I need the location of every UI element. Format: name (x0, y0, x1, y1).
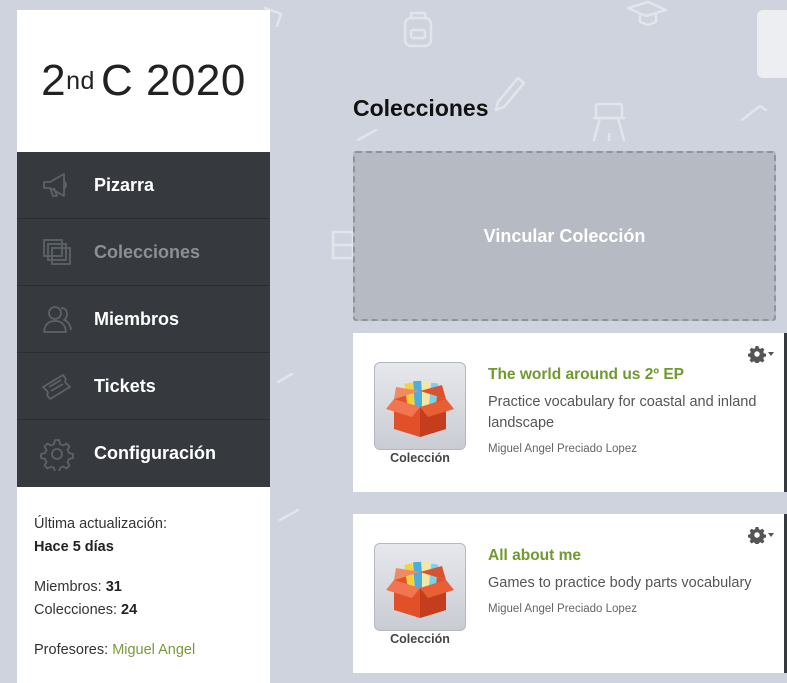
nav-item-miembros[interactable]: Miembros (17, 286, 270, 353)
nav-item-configuracion[interactable]: Configuración (17, 420, 270, 487)
members-icon (17, 302, 94, 336)
class-title-superscript: nd (66, 66, 95, 95)
box-icon (386, 561, 454, 618)
collections-count: Colecciones: 24 (34, 599, 253, 622)
collection-card[interactable]: Colección All about me Games to practice… (353, 514, 787, 673)
teacher-link[interactable]: Miguel Angel (112, 642, 195, 658)
last-update-value: Hace 5 días (34, 539, 114, 555)
thumbnail-label: Colección (390, 632, 450, 646)
class-title: 2nd C 2020 (17, 10, 270, 152)
page-title: Colecciones (353, 95, 489, 121)
sidebar-nav: Pizarra Colecciones Miembros Tickets Con… (17, 152, 270, 487)
nav-label-colecciones: Colecciones (94, 241, 201, 262)
gear-icon (748, 346, 766, 363)
nav-label-tickets: Tickets (94, 375, 156, 396)
card-description: Games to practice body parts vocabulary (488, 575, 752, 591)
members-label: Miembros: (34, 579, 102, 595)
card-title[interactable]: All about me (488, 547, 770, 565)
nav-label-pizarra: Pizarra (94, 174, 155, 195)
sidebar: 2nd C 2020 Pizarra Colecciones Miembros … (17, 10, 270, 683)
megaphone-icon (17, 168, 94, 202)
chevron-down-icon (768, 533, 774, 537)
collection-card[interactable]: Colección The world around us 2º EP Prac… (353, 333, 787, 492)
class-title-number: 2 (41, 56, 67, 105)
teachers: Profesores: Miguel Angel (34, 639, 253, 662)
card-author: Miguel Angel Preciado Lopez (488, 603, 637, 615)
teachers-label: Profesores: (34, 642, 109, 658)
nav-label-miembros: Miembros (94, 308, 180, 329)
link-collection-button[interactable]: Vincular Colección (353, 151, 776, 321)
thumbnail-label: Colección (390, 451, 450, 465)
ticket-icon (17, 369, 94, 403)
class-info: Última actualización: Hace 5 días Miembr… (17, 487, 270, 662)
card-settings-button[interactable] (748, 526, 774, 544)
members-count: Miembros: 31 (34, 576, 253, 599)
card-author: Miguel Angel Preciado Lopez (488, 443, 637, 455)
class-title-rest: C 2020 (100, 56, 246, 105)
nav-item-colecciones[interactable]: Colecciones (17, 219, 270, 286)
members-value: 31 (105, 579, 122, 595)
link-collection-label: Vincular Colección (483, 225, 646, 246)
nav-item-tickets[interactable]: Tickets (17, 353, 270, 420)
top-right-panel (757, 10, 787, 78)
card-description: Practice vocabulary for coastal and inla… (488, 394, 757, 431)
collections-label: Colecciones: (34, 602, 118, 618)
box-icon (386, 380, 454, 437)
nav-label-configuracion: Configuración (94, 443, 216, 463)
collection-thumbnail[interactable]: Colección (374, 362, 466, 469)
gear-icon (17, 437, 94, 471)
stack-icon (17, 235, 94, 269)
last-update-label: Última actualización: (34, 516, 167, 532)
collections-value: 24 (121, 602, 138, 618)
gear-icon (748, 527, 766, 544)
chevron-down-icon (768, 352, 774, 356)
nav-item-pizarra[interactable]: Pizarra (17, 152, 270, 219)
card-title[interactable]: The world around us 2º EP (488, 366, 770, 384)
collection-thumbnail[interactable]: Colección (374, 543, 466, 650)
card-settings-button[interactable] (748, 345, 774, 363)
